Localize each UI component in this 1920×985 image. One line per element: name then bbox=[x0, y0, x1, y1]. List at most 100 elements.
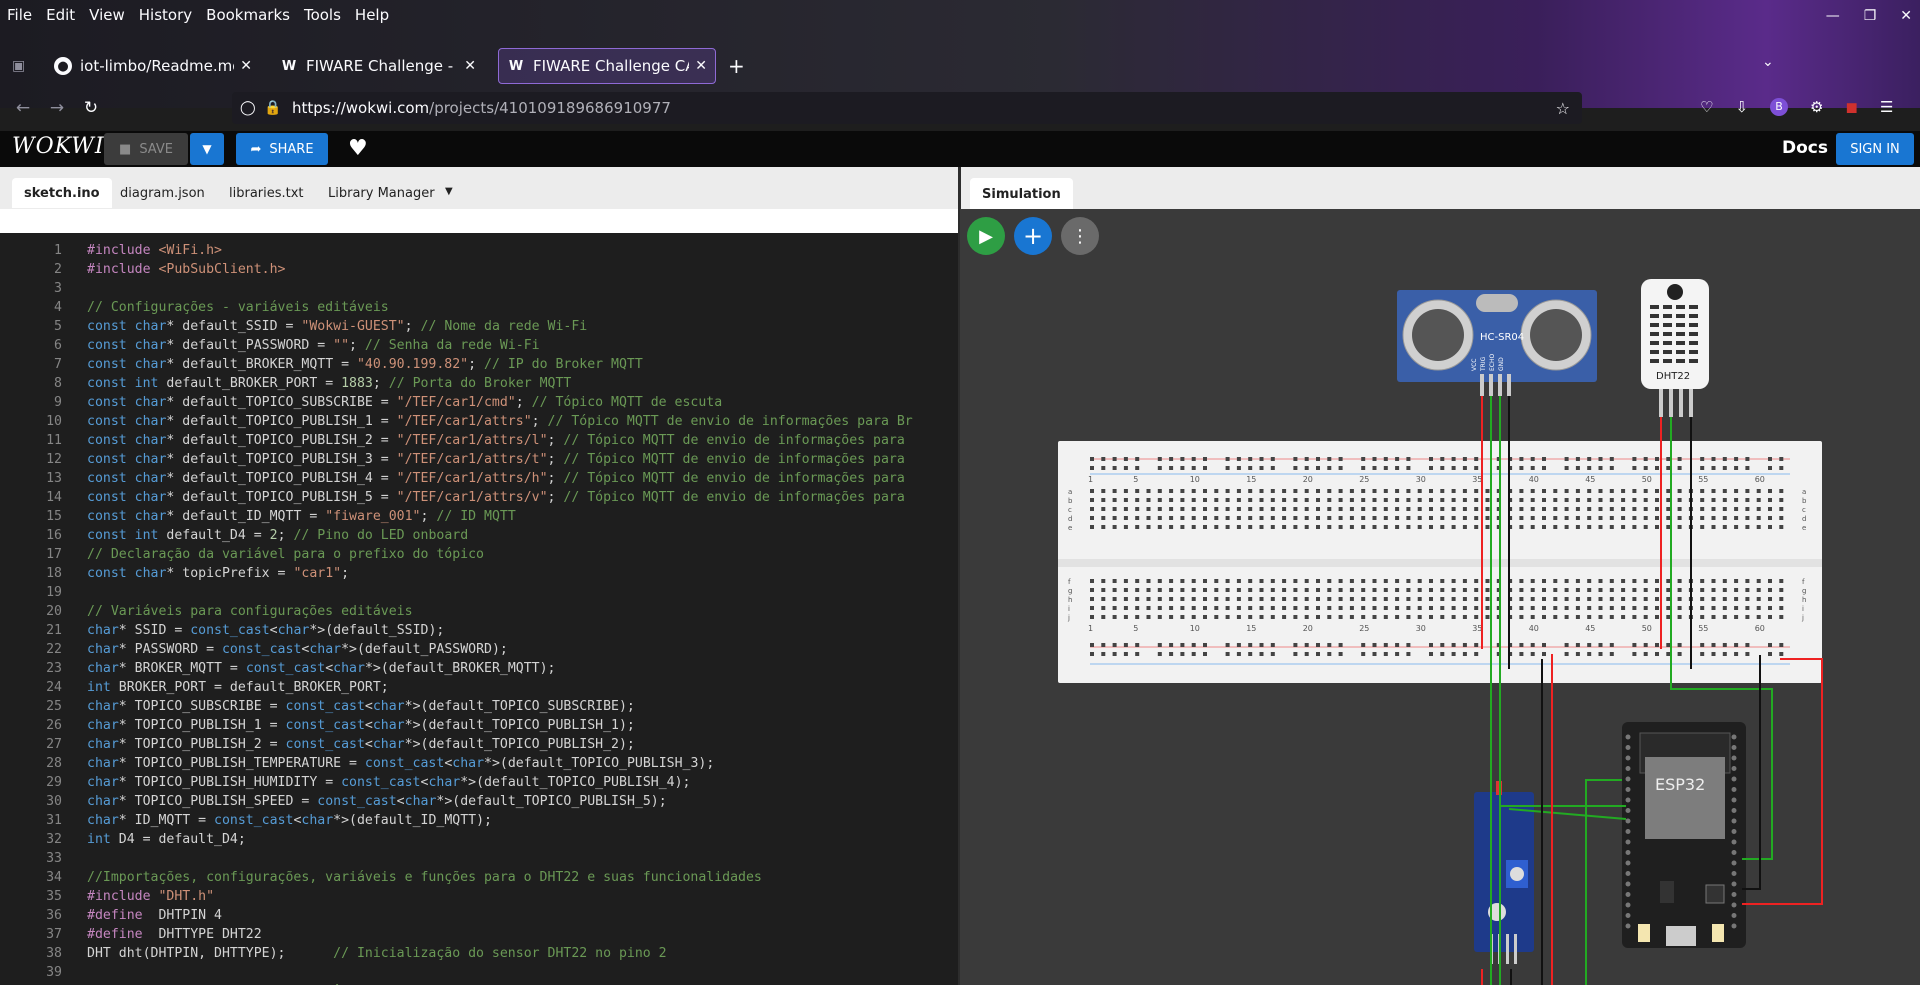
close-tab-icon[interactable]: ✕ bbox=[240, 58, 252, 74]
tab-diagram-json[interactable]: diagram.json bbox=[108, 178, 217, 208]
hamburger-menu-icon[interactable]: ☰ bbox=[1880, 98, 1893, 116]
tab-fiware-wokwi[interactable]: W FIWARE Challenge - Wok ✕ bbox=[272, 48, 484, 84]
reload-icon[interactable]: ↻ bbox=[74, 98, 108, 118]
tab-simulation[interactable]: Simulation bbox=[970, 178, 1073, 209]
simulation-canvas[interactable]: ▶ + ⋮ 1 1 5 5 10 10 15 15 20 20 25 25 30 30 35 35 40 40 45… bbox=[960, 209, 1920, 985]
wokwi-logo[interactable]: WOKWI bbox=[12, 134, 105, 159]
breadboard-row-letter: e bbox=[1802, 524, 1806, 532]
line-number: 9 bbox=[54, 395, 62, 410]
pocket-icon[interactable]: ♡ bbox=[1700, 98, 1713, 116]
minimize-icon[interactable]: — bbox=[1826, 8, 1840, 24]
code-text: #include "DHT.h" bbox=[87, 889, 215, 904]
save-dropdown-button[interactable]: ▼ bbox=[190, 133, 224, 165]
back-icon[interactable]: ← bbox=[6, 98, 40, 118]
menu-bookmarks[interactable]: Bookmarks bbox=[199, 6, 297, 24]
breadboard-row-letter: b bbox=[1068, 497, 1073, 505]
dht22-sensor[interactable]: DHT22 bbox=[1641, 279, 1709, 417]
lock-icon[interactable]: 🔒 bbox=[264, 100, 281, 116]
line-number: 38 bbox=[46, 946, 62, 961]
profile-icon[interactable]: B bbox=[1770, 98, 1789, 116]
line-number: 6 bbox=[54, 338, 62, 353]
extensions-icon[interactable]: ⚙ bbox=[1810, 98, 1823, 116]
tabs-dropdown-icon[interactable]: ▼ bbox=[445, 186, 453, 197]
line-number: 25 bbox=[46, 699, 62, 714]
save-button[interactable]: ■ SAVE bbox=[104, 133, 188, 165]
tab-fiware-car1[interactable]: W FIWARE Challenge CAR1 ✕ bbox=[498, 48, 716, 84]
esp32-board[interactable]: ESP32 bbox=[1622, 722, 1746, 948]
line-number: 22 bbox=[46, 642, 62, 657]
code-text: const char* default_TOPICO_SUBSCRIBE = "… bbox=[87, 395, 723, 410]
toolbar-extensions: ♡ ⇩ B ⚙ ◼ ☰ bbox=[1700, 98, 1893, 116]
code-text: char* ID_MQTT = const_cast<char*>(defaul… bbox=[87, 813, 492, 828]
new-tab-icon[interactable]: + bbox=[728, 54, 745, 78]
breadboard-row-letter: h bbox=[1802, 596, 1806, 604]
code-text: char* PASSWORD = const_cast<char*>(defau… bbox=[87, 642, 508, 657]
menu-view[interactable]: View bbox=[82, 6, 132, 24]
url-bar[interactable]: ◯ 🔒 https://wokwi.com/projects/410109189… bbox=[232, 92, 1582, 124]
ultrasonic-sensor[interactable]: HC-SR04 VCC TRIG ECHO GND bbox=[1397, 290, 1597, 396]
restore-icon[interactable]: ❐ bbox=[1864, 8, 1877, 24]
code-text: const char* default_TOPICO_PUBLISH_1 = "… bbox=[87, 414, 913, 429]
tab-library-manager[interactable]: Library Manager bbox=[316, 178, 447, 208]
breadboard-row-letter: d bbox=[1802, 515, 1806, 523]
code-text: int BROKER_PORT = default_BROKER_PORT; bbox=[87, 680, 389, 695]
breadboard[interactable]: 1155101015152020252530303535404045455050… bbox=[1058, 441, 1822, 683]
sensor-module[interactable] bbox=[1474, 781, 1534, 964]
line-number: 39 bbox=[46, 965, 62, 980]
close-tab-icon[interactable]: ✕ bbox=[464, 58, 476, 74]
code-text: const char* topicPrefix = "car1"; bbox=[87, 566, 350, 581]
shield-icon[interactable]: ◯ bbox=[240, 100, 256, 116]
wokwi-icon: W bbox=[508, 58, 524, 74]
code-text: const char* default_BROKER_MQTT = "40.90… bbox=[87, 357, 643, 372]
line-number: 5 bbox=[54, 319, 62, 334]
menu-file[interactable]: File bbox=[0, 6, 39, 24]
url-text: https://wokwi.com/projects/4101091896869… bbox=[292, 99, 671, 117]
tab-overview-icon[interactable]: ▣ bbox=[12, 58, 25, 74]
line-number: 37 bbox=[46, 927, 62, 942]
window-controls: — ❐ ✕ bbox=[1826, 8, 1912, 24]
breadboard-column-number: 45 bbox=[1585, 475, 1595, 484]
sign-in-button[interactable]: SIGN IN bbox=[1836, 133, 1914, 165]
line-number: 27 bbox=[46, 737, 62, 752]
menu-help[interactable]: Help bbox=[348, 6, 396, 24]
menu-tools[interactable]: Tools bbox=[297, 6, 348, 24]
line-number: 19 bbox=[46, 585, 62, 600]
line-number: 15 bbox=[46, 509, 62, 524]
breadboard-column-number: 55 bbox=[1698, 624, 1708, 633]
heart-icon[interactable]: ♥ bbox=[348, 136, 368, 161]
tab-sketch-ino[interactable]: sketch.ino bbox=[12, 178, 112, 208]
close-window-icon[interactable]: ✕ bbox=[1900, 8, 1912, 24]
breadboard-column-number: 15 bbox=[1246, 624, 1256, 633]
breadboard-column-number: 25 bbox=[1359, 475, 1369, 484]
breadboard-row-letter: a bbox=[1802, 488, 1806, 496]
tab-libraries-txt[interactable]: libraries.txt bbox=[217, 178, 316, 208]
menu-bar: File Edit View History Bookmarks Tools H… bbox=[0, 0, 396, 30]
code-text: const char* default_ID_MQTT = "fiware_00… bbox=[87, 509, 516, 524]
breadboard-row-letter: c bbox=[1068, 506, 1072, 514]
docs-link[interactable]: Docs bbox=[1782, 138, 1828, 158]
close-tab-icon[interactable]: ✕ bbox=[695, 58, 707, 74]
breadboard-row-letter: j bbox=[1067, 614, 1070, 622]
code-editor[interactable]: 1 #include <WiFi.h> 2 #include <PubSubClien… bbox=[0, 233, 960, 985]
code-text: const char* default_TOPICO_PUBLISH_4 = "… bbox=[87, 471, 905, 486]
menu-history[interactable]: History bbox=[132, 6, 199, 24]
code-text: char* TOPICO_PUBLISH_1 = const_cast<char… bbox=[87, 718, 635, 733]
tab-github[interactable]: ● iot-limbo/Readme.md at ✕ bbox=[46, 48, 260, 84]
floppy-icon: ■ bbox=[119, 141, 132, 157]
bookmark-star-icon[interactable]: ☆ bbox=[1556, 99, 1570, 118]
code-text: // Variáveis para configurações editávei… bbox=[87, 604, 413, 619]
ublock-icon[interactable]: ◼ bbox=[1845, 98, 1857, 116]
line-number: 7 bbox=[54, 357, 62, 372]
share-button[interactable]: ➦ SHARE bbox=[236, 133, 328, 165]
tab-title: FIWARE Challenge CAR1 bbox=[533, 57, 689, 75]
line-number: 21 bbox=[46, 623, 62, 638]
code-text: char* BROKER_MQTT = const_cast<char*>(de… bbox=[87, 661, 556, 676]
code-text: char* TOPICO_PUBLISH_SPEED = const_cast<… bbox=[87, 794, 667, 809]
code-text: const int default_D4 = 2; // Pino do LED… bbox=[87, 528, 469, 543]
chevron-down-icon[interactable]: ⌄ bbox=[1762, 54, 1774, 70]
line-number: 2 bbox=[54, 262, 62, 277]
forward-icon[interactable]: → bbox=[40, 98, 74, 118]
menu-edit[interactable]: Edit bbox=[39, 6, 82, 24]
line-number: 28 bbox=[46, 756, 62, 771]
download-icon[interactable]: ⇩ bbox=[1735, 98, 1748, 116]
